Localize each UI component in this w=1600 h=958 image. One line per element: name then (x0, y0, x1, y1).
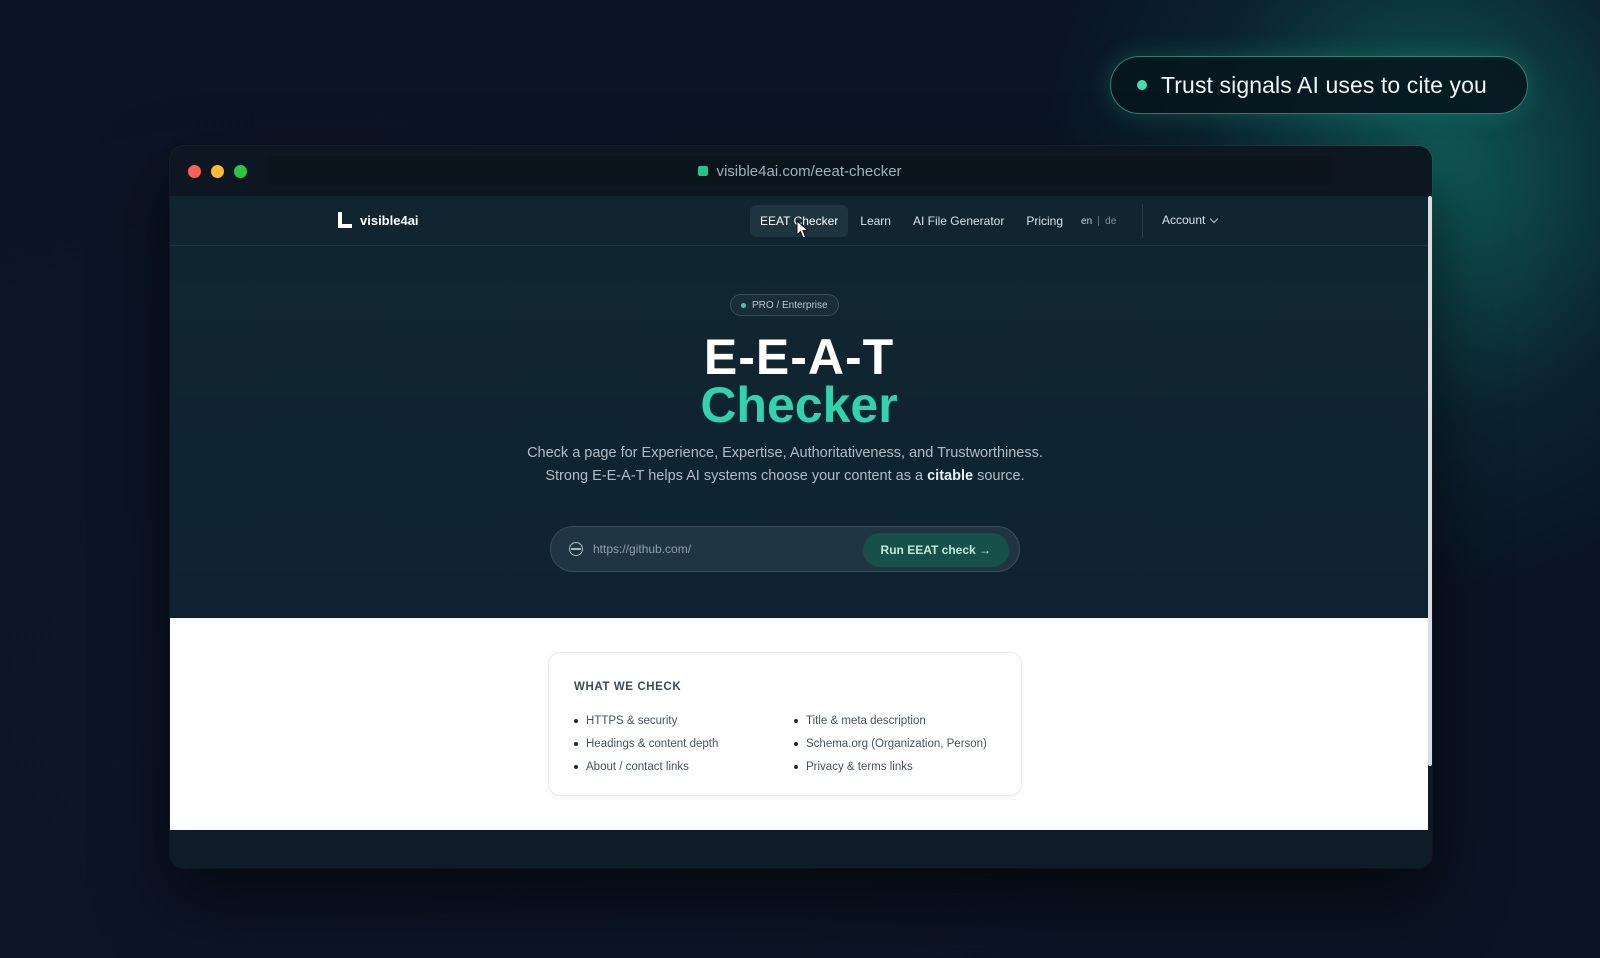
list-item: About / contact links (574, 755, 718, 778)
list-item: Headings & content depth (574, 732, 718, 755)
globe-icon (569, 542, 583, 556)
check-label: About / contact links (586, 760, 689, 773)
status-dot (1137, 80, 1147, 90)
check-label: Schema.org (Organization, Person) (806, 737, 987, 750)
list-item: HTTPS & security (574, 709, 718, 732)
lang-en[interactable]: en (1081, 216, 1092, 227)
nav-divider (1142, 204, 1143, 238)
badge-dot (741, 302, 746, 308)
lang-de[interactable]: de (1105, 216, 1116, 227)
close-window-button[interactable] (188, 164, 201, 178)
plan-badge: PRO / Enterprise (730, 294, 839, 316)
page-footer-strip (170, 830, 1432, 868)
bullet (574, 764, 578, 769)
account-label: Account (1162, 213, 1206, 227)
url-input[interactable] (593, 542, 853, 556)
check-label: Headings & content depth (586, 737, 719, 750)
browser-window: visible4ai.com/eeat-checker visible4ai E… (170, 146, 1432, 868)
window-controls (188, 164, 247, 178)
page-title-line2: Checker (700, 377, 898, 433)
url-search-box: Run EEAT check → (550, 526, 1020, 572)
maximize-window-button[interactable] (234, 164, 247, 178)
card-title: WHAT WE CHECK (574, 681, 682, 693)
hero-section: PRO / Enterprise E-E-A-T Checker Check a… (170, 246, 1428, 618)
checks-section: WHAT WE CHECK HTTPS & security Headings … (170, 618, 1428, 830)
site-navbar: visible4ai EEAT Checker Learn AI File Ge… (170, 196, 1428, 246)
mouse-cursor-icon (796, 220, 810, 239)
page-scrollbar[interactable] (1428, 196, 1432, 766)
checks-right-column: Title & meta description Schema.org (Org… (794, 709, 987, 778)
callout-text: Trust signals AI uses to cite you (1161, 71, 1487, 98)
list-item: Privacy & terms links (794, 755, 987, 778)
nav-ai-file-generator[interactable]: AI File Generator (903, 205, 1014, 237)
site-logo[interactable]: visible4ai (338, 212, 419, 228)
callout-pill: Trust signals AI uses to cite you (1110, 56, 1528, 114)
checks-left-column: HTTPS & security Headings & content dept… (574, 709, 718, 778)
chevron-down-icon (1210, 214, 1219, 223)
check-label: HTTPS & security (586, 714, 678, 727)
secure-lock-icon (698, 166, 709, 176)
bullet (794, 764, 798, 769)
lang-separator (1098, 216, 1100, 226)
language-switcher: en de (1081, 216, 1116, 227)
bullet (574, 741, 578, 746)
run-eeat-check-button[interactable]: Run EEAT check → (862, 533, 1009, 567)
what-we-check-card: WHAT WE CHECK HTTPS & security Headings … (548, 652, 1022, 796)
hero-description: Check a page for Experience, Expertise, … (510, 442, 1060, 488)
bullet (794, 741, 798, 746)
address-bar-url: visible4ai.com/eeat-checker (716, 162, 902, 180)
browser-titlebar: visible4ai.com/eeat-checker (170, 146, 1432, 196)
logo-mark-icon (338, 212, 352, 228)
brand-name: visible4ai (360, 212, 419, 228)
check-label: Title & meta description (806, 714, 926, 727)
list-item: Schema.org (Organization, Person) (794, 732, 987, 755)
check-label: Privacy & terms links (806, 760, 913, 773)
list-item: Title & meta description (794, 709, 987, 732)
nav-learn[interactable]: Learn (850, 205, 901, 237)
address-bar[interactable]: visible4ai.com/eeat-checker (268, 156, 1332, 186)
desc-part2: source. (973, 468, 1025, 484)
desc-bold: citable (927, 468, 974, 484)
nav-pricing[interactable]: Pricing (1016, 205, 1073, 237)
bullet (574, 718, 578, 723)
account-menu[interactable]: Account (1162, 213, 1219, 227)
bullet (794, 718, 798, 723)
badge-text: PRO / Enterprise (752, 299, 828, 311)
minimize-window-button[interactable] (211, 164, 224, 178)
